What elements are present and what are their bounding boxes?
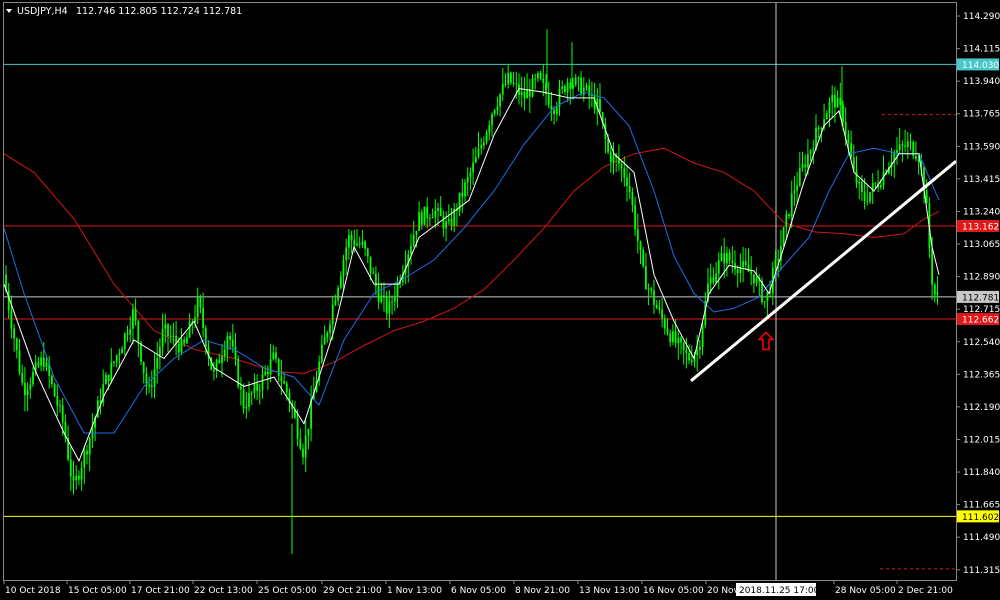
candle <box>782 226 785 247</box>
y-tick-label: 111.840 <box>963 468 1000 478</box>
level-price-label: 114.030 <box>962 61 999 71</box>
level-price-label: 112.662 <box>962 316 999 326</box>
y-tick-label: 113.240 <box>963 207 1000 217</box>
x-tick-label: 13 Nov 13:00 <box>579 586 640 596</box>
x-tick-label: 1 Nov 13:00 <box>387 586 442 596</box>
x-tick-label: 10 Oct 2018 <box>5 586 61 596</box>
y-tick-label: 111.315 <box>963 566 1000 576</box>
x-tick-label: 22 Oct 13:00 <box>194 586 253 596</box>
y-tick-label: 112.015 <box>963 435 1000 445</box>
chart-background <box>0 0 1000 600</box>
level-price-label: 111.602 <box>962 513 999 523</box>
y-tick-label: 113.940 <box>963 77 1000 87</box>
y-tick-label: 111.490 <box>963 533 1000 543</box>
y-tick-label: 112.540 <box>963 338 1000 348</box>
x-tick-label: 28 Nov 05:00 <box>835 586 896 596</box>
x-tick-label: 2 Dec 21:00 <box>898 586 953 596</box>
y-tick-label: 112.890 <box>963 273 1000 283</box>
y-tick-label: 113.415 <box>963 175 1000 185</box>
candle <box>237 355 240 389</box>
level-price-label: 112.781 <box>962 293 999 303</box>
y-tick-label: 113.765 <box>963 110 1000 120</box>
crosshair-time-label: 2018.11.25 17:00 <box>739 586 820 596</box>
price-chart[interactable]: 114.290 114.115 113.940 113.765 113.590 113.4… <box>0 0 1000 600</box>
symbol-label: USDJPY,H4 <box>17 6 68 17</box>
x-tick-label: 29 Oct 21:00 <box>323 586 382 596</box>
x-tick-label: 6 Nov 05:00 <box>451 586 506 596</box>
y-tick-label: 111.665 <box>963 501 1000 511</box>
y-tick-label: 113.590 <box>963 142 1000 152</box>
chart-title: USDJPY,H4 112.746 112.805 112.724 112.78… <box>6 6 242 17</box>
y-tick-label: 114.115 <box>963 45 1000 55</box>
candle <box>423 206 426 226</box>
candle <box>642 247 645 269</box>
x-tick-label: 15 Oct 05:00 <box>68 586 127 596</box>
x-tick-label: 20 Nov <box>707 586 740 596</box>
x-tick-label: 25 Oct 05:00 <box>258 586 317 596</box>
y-tick-label: 112.190 <box>963 403 1000 413</box>
x-tick-label: 8 Nov 21:00 <box>515 586 570 596</box>
y-tick-label: 114.290 <box>963 12 1000 22</box>
candle <box>53 382 56 397</box>
x-tick-label: 16 Nov 05:00 <box>643 586 704 596</box>
level-price-label: 113.162 <box>962 222 999 232</box>
ohlc-values: 112.746 112.805 112.724 112.781 <box>76 6 242 17</box>
price-axis[interactable]: 114.290 114.115 113.940 113.765 113.590 113.4… <box>956 0 1000 600</box>
y-tick-label: 112.365 <box>963 370 1000 380</box>
y-tick-label: 113.065 <box>963 240 1000 250</box>
x-tick-label: 17 Oct 21:00 <box>131 586 190 596</box>
